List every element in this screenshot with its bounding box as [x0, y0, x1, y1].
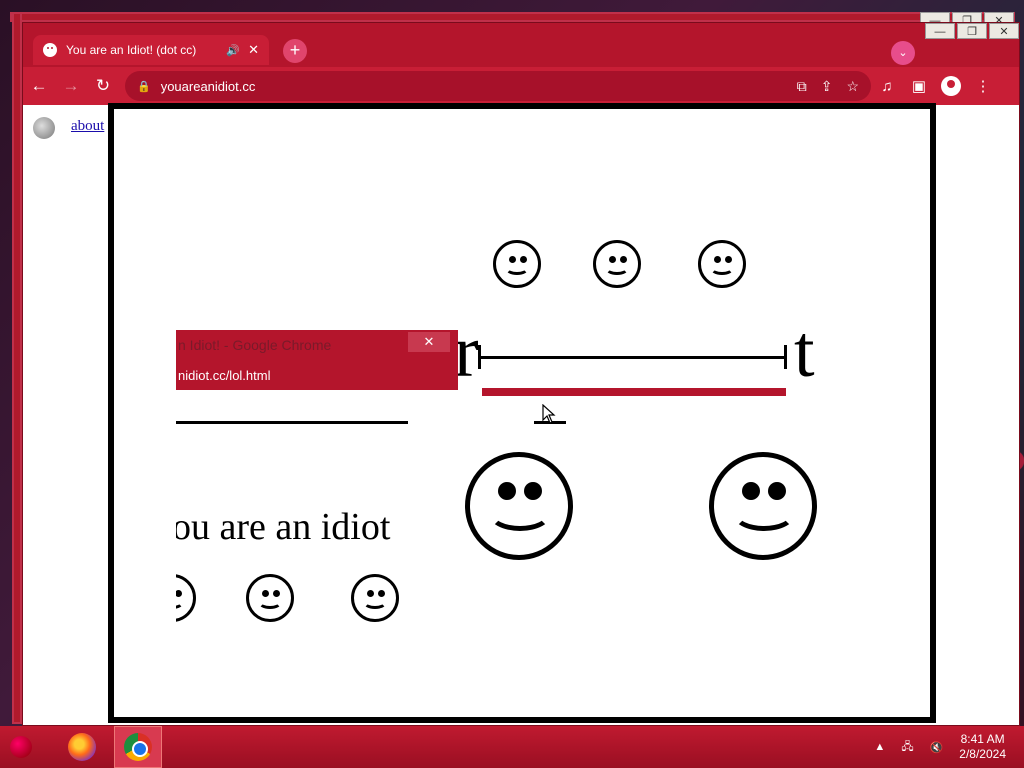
- start-button-icon[interactable]: [0, 726, 42, 768]
- tab-strip: You are an Idiot! (dot cc) 🔊 ✕ + ⌄ — ❐ ✕: [23, 23, 1019, 65]
- menu-dots-icon[interactable]: ⋮: [967, 77, 999, 95]
- reload-icon[interactable]: ↻: [87, 76, 119, 96]
- tab-title: You are an Idiot! (dot cc): [66, 43, 197, 57]
- smiley-favicon-icon: [43, 43, 57, 57]
- address-url[interactable]: youareanidiot.cc: [161, 79, 783, 94]
- big-letter-t: t: [794, 311, 815, 393]
- back-arrow-icon[interactable]: ←: [23, 76, 55, 96]
- fragment-text: ou are an idiot: [176, 506, 391, 548]
- profile-avatar-icon[interactable]: [941, 76, 961, 96]
- firefox-taskbar-button[interactable]: [58, 726, 106, 768]
- speaker-icon[interactable]: [31, 111, 61, 141]
- chrome-icon: [124, 733, 152, 761]
- tab-active[interactable]: You are an Idiot! (dot cc) 🔊 ✕: [33, 35, 269, 65]
- firefox-icon: [68, 733, 96, 761]
- open-in-window-icon[interactable]: ⧉: [797, 78, 807, 95]
- maximize-button[interactable]: ❐: [957, 23, 987, 39]
- mini-window-close-button[interactable]: ✕: [408, 332, 450, 352]
- taskbar: ▲ 🖧 🔇 8:41 AM 2/8/2024: [0, 726, 1024, 768]
- mini-window-url[interactable]: nidiot.cc/lol.html: [176, 360, 458, 390]
- window-controls: — ❐ ✕: [923, 23, 1019, 39]
- ghost-window-frame: [12, 12, 22, 724]
- close-window-button[interactable]: ✕: [989, 23, 1019, 39]
- smiley-icon: [176, 574, 196, 622]
- smiley-icon: [593, 240, 641, 288]
- popup-window: r t ou are an idiot: [108, 103, 936, 723]
- tray-overflow-icon[interactable]: ▲: [874, 741, 885, 753]
- address-bar[interactable]: 🔒 youareanidiot.cc ⧉ ⇪ ☆: [125, 71, 871, 101]
- minimize-button[interactable]: —: [925, 23, 955, 39]
- lock-icon[interactable]: 🔒: [137, 80, 151, 93]
- forward-arrow-icon[interactable]: →: [55, 76, 87, 96]
- volume-muted-icon[interactable]: 🔇: [930, 741, 944, 754]
- ghost-window-frame: [10, 12, 1015, 22]
- clock-time: 8:41 AM: [960, 732, 1005, 746]
- chrome-taskbar-button[interactable]: [114, 726, 162, 768]
- fragment-line: [176, 421, 408, 424]
- red-bar: [482, 388, 786, 396]
- smiley-icon: [698, 240, 746, 288]
- large-smiley-icon: [465, 452, 573, 560]
- smiley-icon: [246, 574, 294, 622]
- bookmark-star-icon[interactable]: ☆: [846, 78, 859, 95]
- clock-date: 2/8/2024: [959, 747, 1006, 761]
- arrow-end-left: [478, 345, 481, 369]
- about-link[interactable]: about: [71, 118, 104, 135]
- network-icon[interactable]: 🖧: [901, 738, 913, 757]
- system-tray: ▲ 🖧 🔇 8:41 AM 2/8/2024: [866, 726, 1024, 768]
- tab-close-icon[interactable]: ✕: [248, 42, 259, 58]
- mini-chrome-window: n Idiot! - Google Chrome ✕ nidiot.cc/lol…: [176, 330, 458, 400]
- mouse-cursor-icon: [542, 403, 556, 429]
- tab-search-icon[interactable]: ⌄: [891, 41, 915, 65]
- browser-toolbar: ← → ↻ 🔒 youareanidiot.cc ⧉ ⇪ ☆ ♫ ▣ ⋮: [23, 67, 1019, 105]
- side-panel-icon[interactable]: ▣: [903, 77, 935, 95]
- share-icon[interactable]: ⇪: [821, 78, 833, 95]
- new-tab-button[interactable]: +: [283, 39, 307, 63]
- clock[interactable]: 8:41 AM 2/8/2024: [959, 732, 1006, 762]
- smiley-icon: [493, 240, 541, 288]
- smiley-icon: [351, 574, 399, 622]
- media-controls-icon[interactable]: ♫: [871, 78, 903, 95]
- large-smiley-icon: [709, 452, 817, 560]
- double-arrow-line: [480, 356, 786, 359]
- audio-playing-icon[interactable]: 🔊: [226, 44, 240, 57]
- arrow-end-right: [784, 345, 787, 369]
